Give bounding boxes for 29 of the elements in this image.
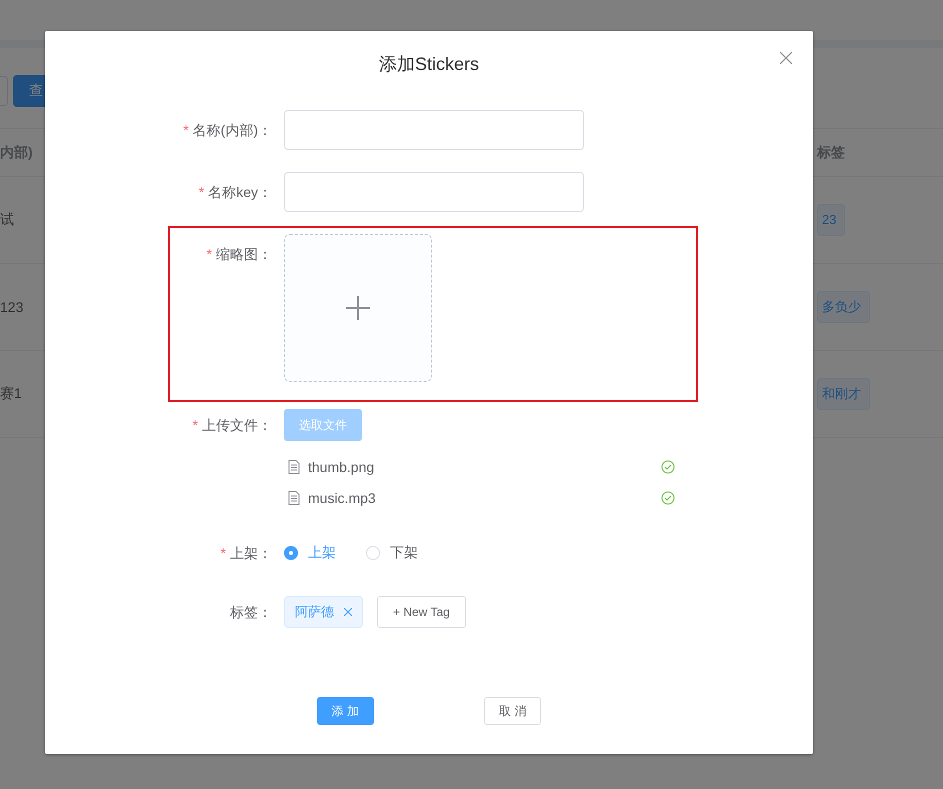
plus-icon <box>346 296 370 320</box>
field-label: * 缩略图： <box>206 245 272 264</box>
field-label: * 上架： <box>220 544 272 563</box>
tag: 23 <box>817 204 846 236</box>
text-input-field[interactable] <box>284 172 584 212</box>
close-icon[interactable] <box>344 608 352 616</box>
field-label: * 名称(内部)： <box>182 121 272 140</box>
file-name: music.mp3 <box>308 490 377 506</box>
file-name: thumb.png <box>308 458 376 474</box>
tag-label: 阿萨德 <box>295 603 334 621</box>
cancel-button[interactable]: 取 消 <box>484 697 542 725</box>
table-cell-text: 试 <box>0 211 15 229</box>
document-icon <box>288 490 300 504</box>
field-label: * 名称key： <box>198 183 272 202</box>
table-cell-text: 123 <box>0 299 24 315</box>
new-tag-button[interactable]: + New Tag <box>377 596 466 628</box>
table-cell-text: 赛1 <box>0 385 23 403</box>
tag: 和刚才 <box>817 378 870 410</box>
radio-option[interactable]: 下架 <box>366 544 418 562</box>
close-icon[interactable] <box>780 52 792 64</box>
image-upload-area[interactable] <box>284 234 432 382</box>
text-input-field[interactable] <box>284 110 584 150</box>
radio-option[interactable]: 上架 <box>284 544 336 562</box>
field-label: 标签： <box>229 603 272 622</box>
tag: 多负少 <box>817 291 870 323</box>
document-icon <box>288 460 300 474</box>
field-label: * 上传文件： <box>192 416 272 435</box>
dialog-title: 添加Stickers <box>378 53 479 76</box>
add-button[interactable]: 添 加 <box>316 697 374 725</box>
